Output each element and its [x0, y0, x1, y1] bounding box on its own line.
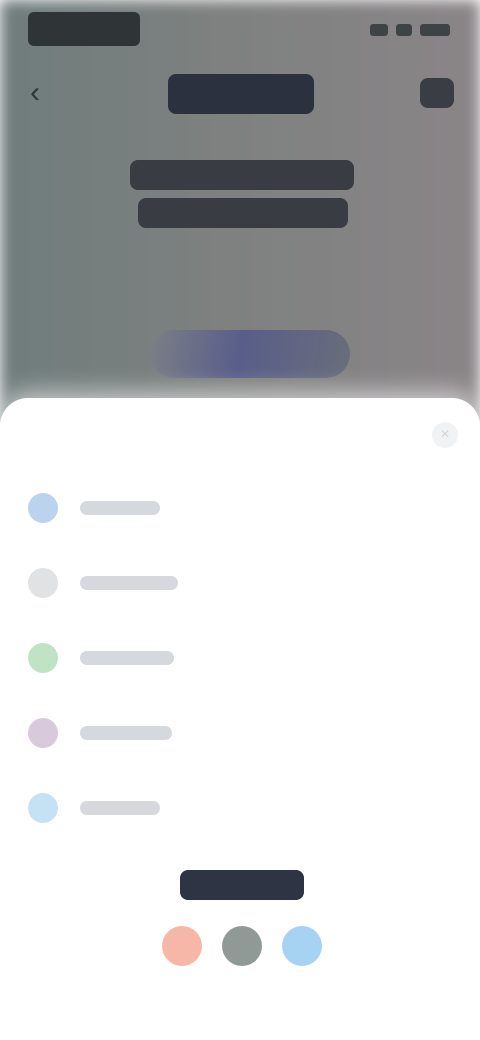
screen: ‹ ×: [0, 0, 480, 1040]
status-time: [28, 12, 140, 46]
page-title: [168, 74, 314, 114]
sheet-option-2[interactable]: [28, 563, 448, 603]
sheet-option-label: [80, 576, 178, 590]
sheet-option-label: [80, 501, 160, 515]
sheet-option-label: [80, 801, 160, 815]
blue-circle-icon: [28, 493, 58, 523]
red-social-icon[interactable]: [162, 926, 202, 966]
status-icons: [370, 22, 450, 38]
status-bar: [0, 0, 480, 60]
sheet-option-5[interactable]: [28, 788, 448, 828]
sheet-option-label: [80, 726, 172, 740]
social-row: [162, 924, 322, 968]
wifi-icon: [396, 24, 412, 36]
purple-circle-icon: [28, 718, 58, 748]
lightblue-circle-icon: [28, 793, 58, 823]
battery-icon: [420, 24, 450, 36]
signal-icon: [370, 24, 388, 36]
grey-circle-icon: [28, 568, 58, 598]
dark-social-icon[interactable]: [222, 926, 262, 966]
sheet-option-3[interactable]: [28, 638, 448, 678]
blue-social-icon[interactable]: [282, 926, 322, 966]
hero-headline-line1: [130, 160, 354, 190]
sheet-option-1[interactable]: [28, 488, 448, 528]
sheet-option-label: [80, 651, 174, 665]
sheet-option-4[interactable]: [28, 713, 448, 753]
bottom-sheet: ×: [0, 398, 480, 1040]
hero-headline-line2: [138, 198, 348, 228]
nav-bar: ‹: [0, 66, 480, 122]
more-icon[interactable]: [420, 78, 454, 108]
cta-button[interactable]: [150, 330, 350, 378]
green-circle-icon: [28, 643, 58, 673]
back-arrow-icon[interactable]: ‹: [30, 78, 60, 108]
close-icon[interactable]: ×: [432, 422, 458, 448]
brand-logo: [180, 870, 304, 900]
